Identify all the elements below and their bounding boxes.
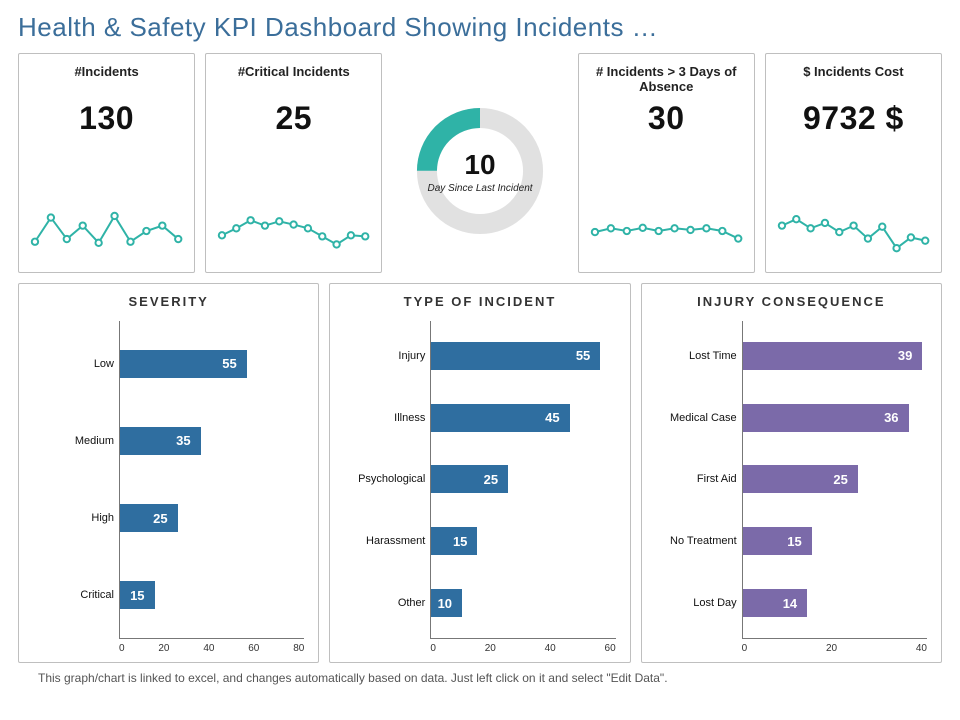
bar-category-label: Injury <box>335 350 425 362</box>
bar-row: High25 <box>120 499 304 537</box>
kpi-label: #Critical Incidents <box>238 64 350 96</box>
kpi-label: $ Incidents Cost <box>803 64 903 96</box>
kpi-card-cost: $ Incidents Cost 9732 $ <box>765 53 942 273</box>
bar-category-label: Lost Time <box>647 350 737 362</box>
bar-row: Psychological25 <box>431 460 615 498</box>
kpi-label: #Incidents <box>74 64 138 96</box>
bar-row: Medium35 <box>120 422 304 460</box>
bar-row: No Treatment15 <box>743 522 927 560</box>
sparkline <box>774 196 933 266</box>
kpi-row: #Incidents 130 #Critical Incidents 25 10… <box>18 53 942 273</box>
bar: 25 <box>120 504 178 532</box>
donut-label: Day Since Last Incident <box>427 183 532 194</box>
chart-panel-injury-consequence: Injury ConsequenceLost Time39Medical Cas… <box>641 283 942 663</box>
axis-ticks: 020406080 <box>119 639 304 662</box>
chart-panel-severity: SeverityLow55Medium35High25Critical15020… <box>18 283 319 663</box>
page-title: Health & Safety KPI Dashboard Showing In… <box>18 12 942 43</box>
bar-row: Lost Day14 <box>743 584 927 622</box>
bar-row: Low55 <box>120 345 304 383</box>
bar: 10 <box>431 589 462 617</box>
axis-ticks: 0204060 <box>430 639 615 662</box>
donut-card: 10 Day Since Last Incident <box>392 53 567 273</box>
bar: 14 <box>743 589 808 617</box>
bar-category-label: Lost Day <box>647 597 737 609</box>
sparkline <box>214 196 373 266</box>
bar-row: Lost Time39 <box>743 337 927 375</box>
sparkline <box>27 196 186 266</box>
bar-row: Medical Case36 <box>743 399 927 437</box>
bar-row: First Aid25 <box>743 460 927 498</box>
bar: 15 <box>431 527 477 555</box>
bar: 39 <box>743 342 923 370</box>
footer-note: This graph/chart is linked to excel, and… <box>18 671 942 685</box>
panel-title: Injury Consequence <box>642 284 941 315</box>
bar-category-label: Low <box>24 358 114 370</box>
bar-category-label: Illness <box>335 412 425 424</box>
donut-chart: 10 Day Since Last Incident <box>410 101 550 241</box>
bar-row: Critical15 <box>120 576 304 614</box>
bar-category-label: Psychological <box>335 473 425 485</box>
bar-category-label: First Aid <box>647 473 737 485</box>
kpi-value: 130 <box>79 100 134 137</box>
bar-category-label: Medical Case <box>647 412 737 424</box>
donut-value: 10 <box>464 149 495 181</box>
axis-ticks: 02040 <box>742 639 927 662</box>
sparkline <box>587 196 746 266</box>
bar: 35 <box>120 427 201 455</box>
kpi-value: 30 <box>648 100 685 137</box>
bar: 55 <box>431 342 600 370</box>
kpi-value: 9732 $ <box>803 100 904 137</box>
bar: 15 <box>743 527 812 555</box>
kpi-label: # Incidents > 3 Days of Absence <box>587 64 746 96</box>
kpi-card-critical: #Critical Incidents 25 <box>205 53 382 273</box>
bar: 25 <box>431 465 508 493</box>
bar-category-label: High <box>24 512 114 524</box>
bar: 55 <box>120 350 247 378</box>
chart-row: SeverityLow55Medium35High25Critical15020… <box>18 283 942 663</box>
bar: 45 <box>431 404 569 432</box>
bar-row: Injury55 <box>431 337 615 375</box>
bar-row: Harassment15 <box>431 522 615 560</box>
bar: 36 <box>743 404 909 432</box>
panel-title: Severity <box>19 284 318 315</box>
chart-panel-incident-type: Type of IncidentInjury55Illness45Psychol… <box>329 283 630 663</box>
bar-category-label: Critical <box>24 589 114 601</box>
bar-row: Other10 <box>431 584 615 622</box>
bar-row: Illness45 <box>431 399 615 437</box>
bar-category-label: Other <box>335 597 425 609</box>
kpi-card-absence: # Incidents > 3 Days of Absence 30 <box>578 53 755 273</box>
kpi-value: 25 <box>276 100 313 137</box>
panel-title: Type of Incident <box>330 284 629 315</box>
bar-category-label: Medium <box>24 435 114 447</box>
bar-category-label: Harassment <box>335 535 425 547</box>
bar: 25 <box>743 465 858 493</box>
bar: 15 <box>120 581 155 609</box>
kpi-card-incidents: #Incidents 130 <box>18 53 195 273</box>
bar-category-label: No Treatment <box>647 535 737 547</box>
